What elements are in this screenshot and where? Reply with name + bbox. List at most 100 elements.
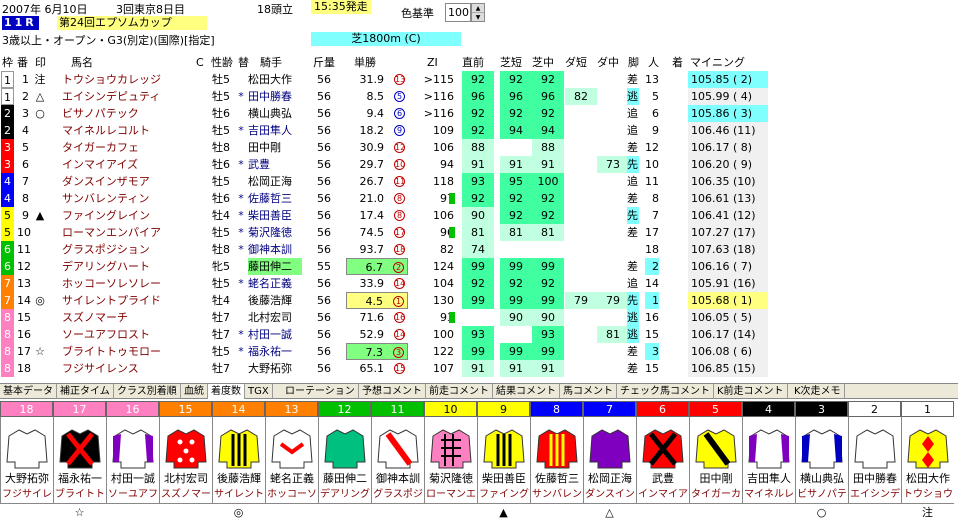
col-da-naka[interactable]: ダ中 bbox=[597, 54, 619, 71]
prediction-mark[interactable] bbox=[33, 139, 47, 156]
horse-name[interactable]: ファイングレイン bbox=[62, 207, 217, 224]
prediction-mark[interactable] bbox=[33, 122, 47, 139]
prediction-mark[interactable] bbox=[33, 309, 47, 326]
tab-12[interactable]: K前走コメント bbox=[714, 384, 788, 399]
stepper-down-icon[interactable]: ▼ bbox=[472, 13, 484, 22]
tab-3[interactable]: 血統 bbox=[181, 384, 208, 399]
horse-name[interactable]: ビサノパテック bbox=[62, 105, 217, 122]
horse-name[interactable]: サンバレンティン bbox=[62, 190, 217, 207]
table-row[interactable]: 5 10 ローマンエンパイア 牡5 * 菊沢隆徳 56 74.5 17 96 81 81 81 差 17 10… bbox=[0, 224, 770, 241]
jockey-name[interactable]: 田中勝春 bbox=[248, 88, 302, 105]
horse-name[interactable]: デアリングハート bbox=[62, 258, 217, 275]
prediction-mark[interactable] bbox=[33, 360, 47, 377]
col-da-tan[interactable]: ダ短 bbox=[565, 54, 587, 71]
table-row[interactable]: 7 13 ホッコーソレソレー 牡5 * 蛯名正義 56 33.9 14 104 92 92 92 追 14 1… bbox=[0, 275, 770, 292]
jockey-name[interactable]: 松田大作 bbox=[248, 71, 302, 88]
prediction-mark[interactable]: 注 bbox=[33, 71, 47, 88]
table-row[interactable]: 4 8 サンバレンティン 牡6 * 佐藤哲三 56 21.0 8 97 92 92 92 差 8 106.61… bbox=[0, 190, 770, 207]
col-mark[interactable]: 印 bbox=[35, 54, 46, 71]
col-ninki[interactable]: 人 bbox=[648, 54, 659, 71]
table-row[interactable]: 5 9 ▲ ファイングレイン 牡4 * 柴田善臣 56 17.4 8 106 90 92 92 先 7 106.… bbox=[0, 207, 770, 224]
table-row[interactable]: 3 6 インマイアイズ 牡6 * 武豊 56 29.7 10 94 91 91 91 73 先 10 106.2… bbox=[0, 156, 770, 173]
tab-6[interactable]: ローテーション bbox=[282, 384, 359, 399]
prediction-mark[interactable] bbox=[33, 258, 47, 275]
jockey-silk-column[interactable]: 1 松田大作トウショウカ注 bbox=[901, 401, 954, 521]
jockey-silk-column[interactable]: 18 大野拓弥フジサイレン bbox=[0, 401, 53, 521]
jockey-silk-column[interactable]: 2 田中勝春エイシンデピ bbox=[848, 401, 901, 521]
prediction-mark[interactable]: ○ bbox=[33, 105, 47, 122]
jockey-name[interactable]: 柴田善臣 bbox=[248, 207, 302, 224]
col-shiba-naka[interactable]: 芝中 bbox=[532, 54, 554, 71]
prediction-mark[interactable] bbox=[33, 326, 47, 343]
jockey-name[interactable]: 吉田隼人 bbox=[248, 122, 302, 139]
table-row[interactable]: 1 1 注トウショウカレッジ 牡5 松田大作 56 31.9 13 >115 92 92 92 差 13 1… bbox=[0, 71, 770, 88]
col-shiba-tan[interactable]: 芝短 bbox=[500, 54, 522, 71]
table-row[interactable]: 2 4 マイネルレコルト 牡5 * 吉田隼人 56 18.2 9 109 92 94 94 追 9 106.4… bbox=[0, 122, 770, 139]
tab-4[interactable]: 着度数 bbox=[208, 384, 245, 399]
horse-name[interactable]: ダンスインザモア bbox=[62, 173, 217, 190]
jockey-silk-column[interactable]: 11 御神本訓グラスポジシ bbox=[371, 401, 424, 521]
jockey-name[interactable]: 横山典弘 bbox=[248, 105, 302, 122]
table-row[interactable]: 6 11 グラスポジション 牡8 * 御神本訓 56 93.7 18 82 74 18 107.63 (… bbox=[0, 241, 770, 258]
tab-11[interactable]: チェック馬コメント bbox=[617, 384, 714, 399]
prediction-mark[interactable] bbox=[33, 224, 47, 241]
col-chaku[interactable]: 着 bbox=[672, 54, 683, 71]
jockey-silk-column[interactable]: 16 村田一誠ソーユアフロ bbox=[106, 401, 159, 521]
color-basis-stepper[interactable]: ▲ ▼ bbox=[471, 3, 485, 22]
horse-name[interactable]: インマイアイズ bbox=[62, 156, 217, 173]
prediction-mark[interactable]: ▲ bbox=[33, 207, 47, 224]
color-basis-input[interactable]: 100 bbox=[445, 3, 471, 22]
col-num[interactable]: 番 bbox=[17, 54, 28, 71]
jockey-name[interactable]: 福永祐一 bbox=[248, 343, 302, 360]
prediction-mark[interactable] bbox=[33, 190, 47, 207]
table-row[interactable]: 8 16 ソーユアフロスト 牡7 * 村田一誠 56 52.9 14 100 93 93 81 逃 15 10… bbox=[0, 326, 770, 343]
table-row[interactable]: 2 3 ○ ビサノパテック 牡6 横山典弘 56 9.4 6 >116 92 92 92 追 6 105.86… bbox=[0, 105, 770, 122]
col-odds[interactable]: 単勝 bbox=[354, 54, 376, 71]
jockey-silk-column[interactable]: 10 菊沢隆徳ローマンエン bbox=[424, 401, 477, 521]
horse-name[interactable]: サイレントプライド bbox=[62, 292, 217, 309]
horse-name[interactable]: ホッコーソレソレー bbox=[62, 275, 217, 292]
tab-5[interactable]: TGX bbox=[245, 384, 273, 399]
tab-0[interactable]: 基本データ bbox=[0, 384, 57, 399]
tab-9[interactable]: 結果コメント bbox=[493, 384, 560, 399]
col-waku[interactable]: 枠 bbox=[2, 54, 13, 71]
col-name[interactable]: 馬名 bbox=[71, 54, 93, 71]
col-c[interactable]: C bbox=[196, 54, 204, 71]
horse-name[interactable]: グラスポジション bbox=[62, 241, 217, 258]
prediction-mark[interactable]: △ bbox=[33, 88, 47, 105]
jockey-silk-column[interactable]: 9 柴田善臣ファイングレ▲ bbox=[477, 401, 530, 521]
table-row[interactable]: 4 7 ダンスインザモア 牡5 松岡正海 56 26.7 11 118 93 95 100 追 11 106… bbox=[0, 173, 770, 190]
jockey-silk-column[interactable]: 3 横山典弘ビサノパテッ○ bbox=[795, 401, 848, 521]
horse-name[interactable]: ソーユアフロスト bbox=[62, 326, 217, 343]
jockey-name[interactable]: 藤田伸二 bbox=[248, 258, 302, 275]
horse-name[interactable]: マイネルレコルト bbox=[62, 122, 217, 139]
jockey-silk-column[interactable]: 8 佐藤哲三サンバレンテ bbox=[530, 401, 583, 521]
table-row[interactable]: 6 12 デアリングハート 牝5 藤田伸二 55 6.7 2 124 99 99 99 差 2 106.16… bbox=[0, 258, 770, 275]
jockey-name[interactable]: 御神本訓 bbox=[248, 241, 302, 258]
table-row[interactable]: 8 17 ☆ ブライトトゥモロー 牡5 * 福永祐一 56 7.3 3 122 99 99 99 差 3 106… bbox=[0, 343, 770, 360]
prediction-mark[interactable] bbox=[33, 173, 47, 190]
prediction-mark[interactable] bbox=[33, 275, 47, 292]
tab-2[interactable]: クラス別着順 bbox=[114, 384, 181, 399]
table-row[interactable]: 8 18 フジサイレンス 牡7 大野拓弥 56 65.1 15 107 91 91 91 差 15 106.… bbox=[0, 360, 770, 377]
col-chokuzen[interactable]: 直前 bbox=[462, 54, 484, 71]
jockey-name[interactable]: 村田一誠 bbox=[248, 326, 302, 343]
jockey-name[interactable]: 松岡正海 bbox=[248, 173, 302, 190]
prediction-mark[interactable] bbox=[33, 241, 47, 258]
jockey-name[interactable]: 北村宏司 bbox=[248, 309, 302, 326]
jockey-silk-column[interactable]: 17 福永祐一ブライトトゥモ☆ bbox=[53, 401, 106, 521]
tab-10[interactable]: 馬コメント bbox=[560, 384, 617, 399]
jockey-name[interactable]: 蛯名正義 bbox=[248, 275, 302, 292]
jockey-name[interactable]: 大野拓弥 bbox=[248, 360, 302, 377]
horse-name[interactable]: スズノマーチ bbox=[62, 309, 217, 326]
stepper-up-icon[interactable]: ▲ bbox=[472, 4, 484, 13]
horse-name[interactable]: エイシンデピュティ bbox=[62, 88, 217, 105]
prediction-mark[interactable] bbox=[33, 156, 47, 173]
prediction-mark[interactable]: ◎ bbox=[33, 292, 47, 309]
col-kyaku[interactable]: 脚 bbox=[628, 54, 639, 71]
col-sexage[interactable]: 性齢 bbox=[211, 54, 233, 71]
col-prev[interactable]: 替 bbox=[238, 54, 249, 71]
table-row[interactable]: 1 2 △ エイシンデピュティ 牡5 * 田中勝春 56 8.5 5 >116 96 96 96 82 逃 5 1… bbox=[0, 88, 770, 105]
jockey-name[interactable]: 田中剛 bbox=[248, 139, 302, 156]
jockey-silk-column[interactable]: 13 蛯名正義ホッコーソレ bbox=[265, 401, 318, 521]
